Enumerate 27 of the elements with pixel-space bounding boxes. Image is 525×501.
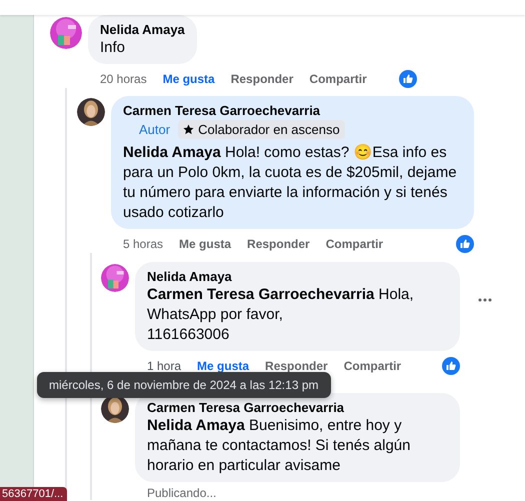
posting-status: Publicando... (146, 485, 218, 500)
contributor-badge: Colaborador en ascenso (178, 120, 345, 139)
reply-button[interactable]: Responder (265, 359, 328, 373)
like-button[interactable]: Me gusta (197, 359, 250, 373)
author-name[interactable]: Nelida Amaya (100, 21, 185, 38)
like-button[interactable]: Me gusta (162, 72, 215, 86)
share-button[interactable]: Compartir (344, 359, 402, 373)
comment-text: Nelida Amaya Buenisimo, entre hoy y mañana te contactamos! Si tenés algún horario en particular avisame (147, 416, 412, 476)
share-button[interactable]: Compartir (309, 72, 367, 86)
reply-button[interactable]: Responder (230, 72, 294, 86)
comment-text: Nelida Amaya Hola! como estas? 😊Esa info es para un Polo 0km, la cuota es de $205mil, dejame tu número para enviarte la información y si tenés usado cotizarlo (123, 143, 458, 223)
star-icon (183, 124, 194, 135)
author-name[interactable]: Carmen Teresa Garroechevarria (147, 399, 448, 416)
comment-text: Carmen Teresa Garroechevarria Hola, WhatsApp por favor, 1161663006 (147, 285, 415, 345)
reply-button[interactable]: Responder (247, 237, 310, 251)
like-button[interactable]: Me gusta (179, 237, 232, 251)
author-name[interactable]: Carmen Teresa Garroechevarria (123, 102, 462, 119)
timestamp-link[interactable]: 5 horas (123, 237, 164, 251)
author-label: Autor (138, 121, 172, 139)
timestamp-link[interactable]: 1 hora (147, 359, 182, 373)
share-button[interactable]: Compartir (326, 237, 384, 251)
timestamp-link[interactable]: 20 horas (100, 72, 147, 86)
more-options-icon[interactable] (478, 298, 492, 302)
link-url-status: 56367701/... (0, 487, 68, 501)
author-name[interactable]: Nelida Amaya (147, 268, 448, 285)
date-tooltip: miércoles, 6 de noviembre de 2024 a las 12:13 pm (37, 372, 330, 398)
comment-text: Info (100, 38, 126, 58)
